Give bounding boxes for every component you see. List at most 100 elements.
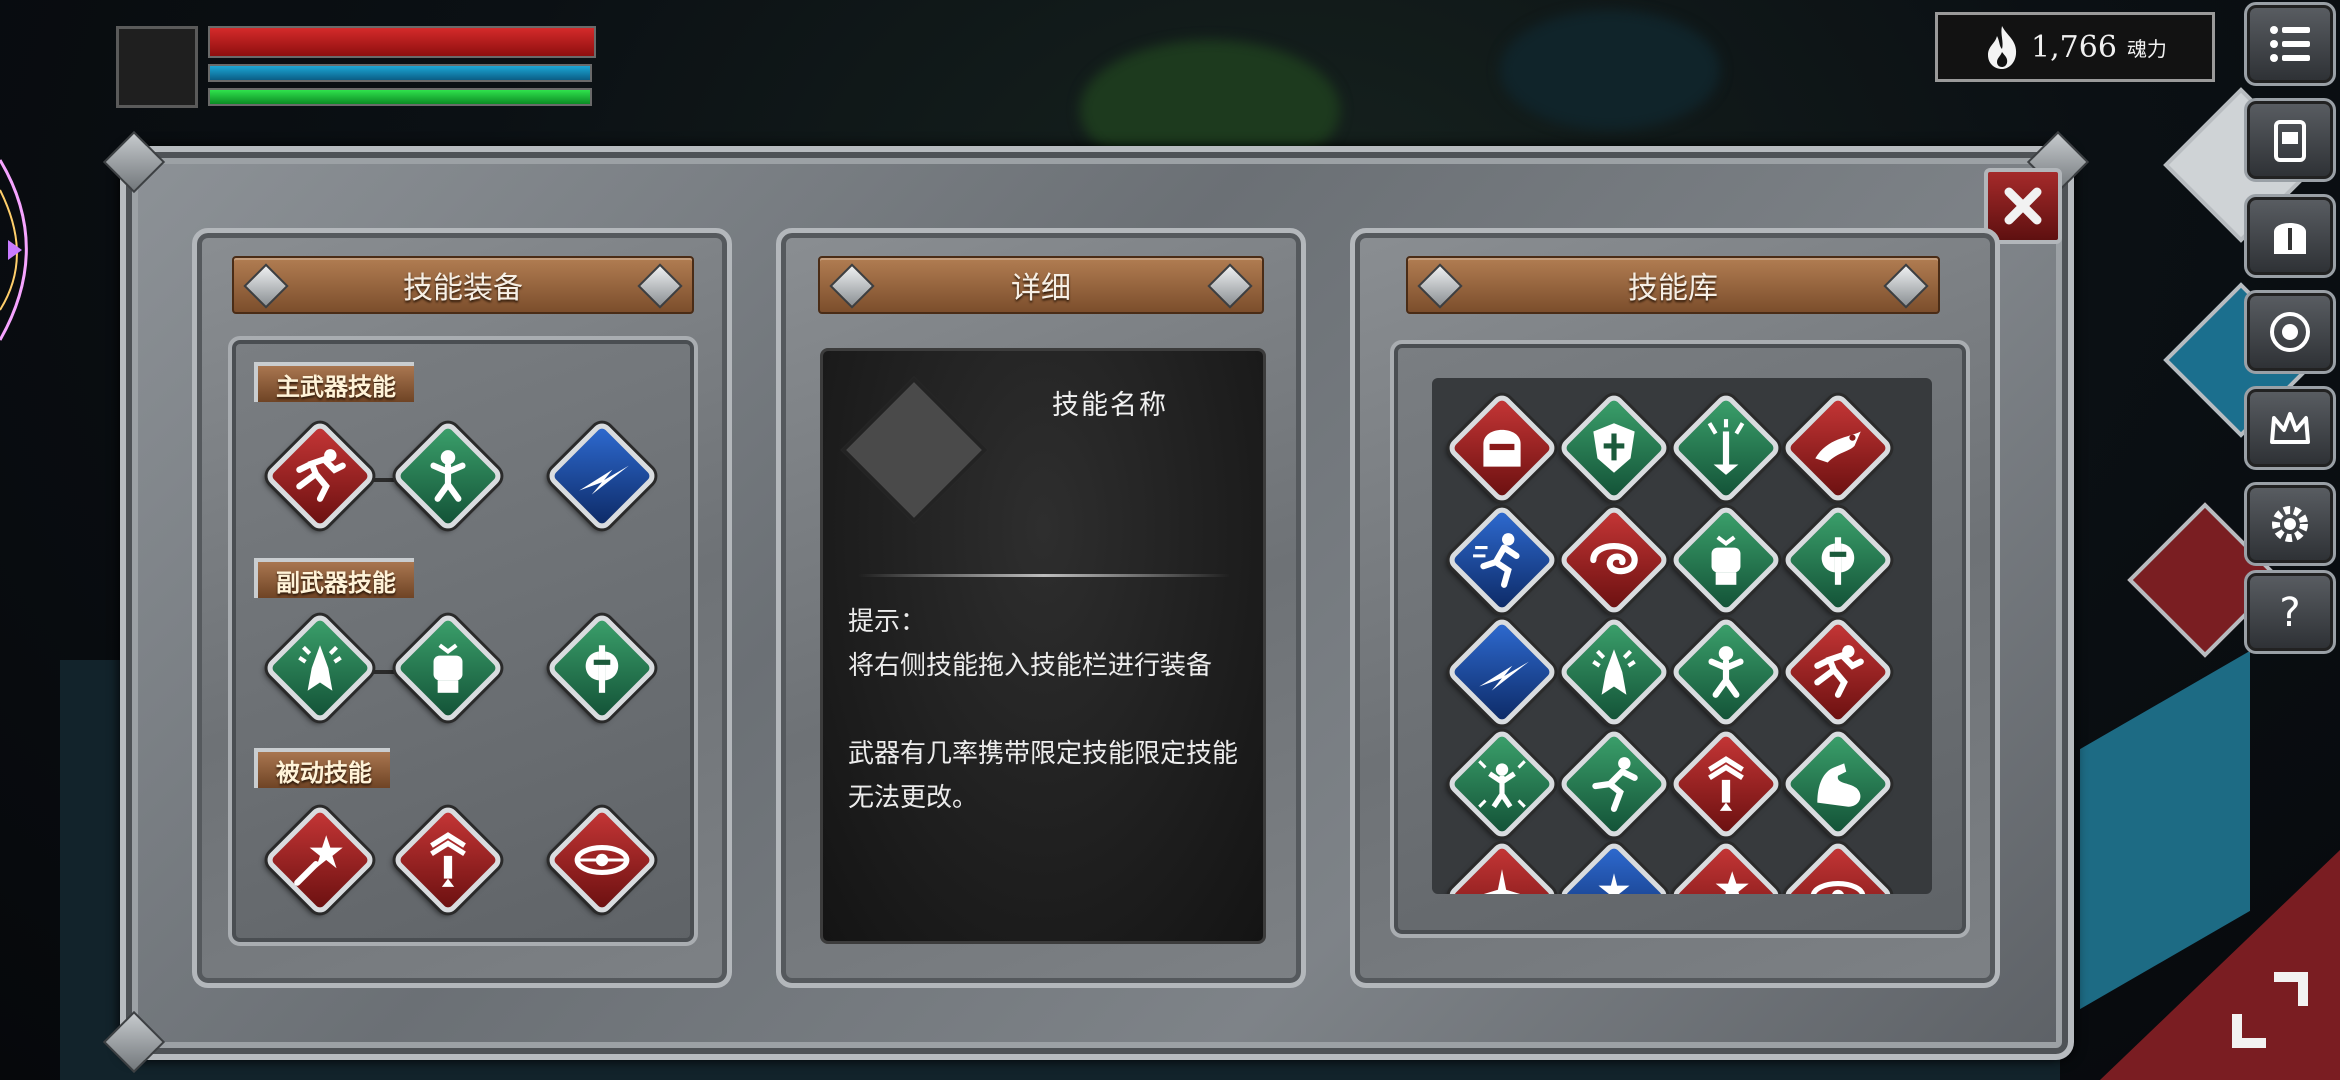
flex-arm-icon — [1786, 732, 1890, 836]
health-bar — [208, 26, 596, 58]
skill-name: 技能名称 — [1052, 390, 1168, 421]
equipped-skill-slot[interactable] — [263, 611, 377, 725]
praying-hands-icon — [268, 616, 372, 720]
library-skill[interactable] — [1781, 391, 1895, 505]
equipped-skill-slot[interactable] — [545, 419, 659, 533]
library-skill[interactable] — [1669, 839, 1783, 894]
star-sword-icon — [1674, 844, 1778, 894]
library-skill[interactable] — [1445, 727, 1559, 841]
hint-line-2: 武器有几率携带限定技能限定技能无法更改。 — [848, 739, 1239, 813]
question-mark-icon: ? — [2279, 590, 2300, 636]
dragon-icon — [1786, 396, 1890, 500]
library-skill[interactable] — [1557, 727, 1671, 841]
rivet — [1207, 263, 1253, 309]
equipped-skill-slot[interactable] — [391, 611, 505, 725]
dash-runner-icon — [268, 424, 372, 528]
library-skill[interactable] — [1445, 503, 1559, 617]
rivet — [829, 263, 875, 309]
equipped-skill-slot[interactable] — [391, 419, 505, 533]
equipped-skill-slot[interactable] — [545, 611, 659, 725]
stamina-bar — [208, 88, 592, 106]
library-skill[interactable] — [1445, 391, 1559, 505]
list-icon — [2270, 26, 2310, 62]
rank-sword-icon — [396, 808, 500, 912]
spark-icon — [1450, 844, 1554, 894]
equipment-button[interactable] — [2244, 194, 2336, 278]
burst-figure-icon — [1450, 732, 1554, 836]
detail-title: 详细 — [1011, 271, 1071, 306]
sprint-icon — [1450, 508, 1554, 612]
equipped-skill-slot[interactable] — [263, 803, 377, 917]
ranking-button[interactable] — [2244, 386, 2336, 470]
player-portrait[interactable] — [116, 26, 198, 108]
sword-burst-icon — [1674, 396, 1778, 500]
helmet-icon — [1450, 396, 1554, 500]
library-skill[interactable] — [1781, 503, 1895, 617]
backpack-icon — [2274, 120, 2306, 162]
help-button[interactable]: ? — [2244, 570, 2336, 654]
lightning-slash-icon — [550, 424, 654, 528]
crown-icon — [2270, 412, 2310, 444]
library-skill[interactable] — [1669, 615, 1783, 729]
shield-cross-icon — [1562, 396, 1666, 500]
passive-label: 被动技能 — [254, 748, 390, 788]
fighter-stance-icon — [396, 424, 500, 528]
menu-button[interactable] — [2244, 2, 2336, 86]
flame-icon — [1988, 26, 2017, 69]
rivet — [637, 263, 683, 309]
detail-header: 详细 — [818, 256, 1264, 314]
mana-bar — [208, 64, 592, 82]
souls-value: 1,766 — [2031, 29, 2117, 65]
resize-icon[interactable] — [2226, 966, 2314, 1054]
equipped-skill-slot[interactable] — [391, 803, 505, 917]
eye-dagger-icon — [550, 808, 654, 912]
skill-library-grid[interactable] — [1432, 378, 1932, 894]
equip-title: 技能装备 — [403, 271, 523, 306]
library-skill[interactable] — [1445, 839, 1559, 894]
star-sword-icon — [268, 808, 372, 912]
rank-sword-icon — [1674, 732, 1778, 836]
inventory-button[interactable] — [2244, 98, 2336, 182]
fighter-stance-icon — [1674, 620, 1778, 724]
library-skill[interactable] — [1669, 391, 1783, 505]
swirl-icon — [1562, 508, 1666, 612]
library-skill[interactable] — [1669, 503, 1783, 617]
library-skill[interactable] — [1781, 727, 1895, 841]
sub-weapon-label: 副武器技能 — [254, 558, 414, 598]
library-skill[interactable] — [1557, 839, 1671, 894]
divider — [858, 574, 1230, 577]
left-edge-glow — [0, 159, 28, 341]
emblem-icon — [2270, 312, 2310, 352]
library-skill[interactable] — [1781, 839, 1895, 894]
skills-button[interactable] — [2244, 290, 2336, 374]
holy-axe-icon — [550, 616, 654, 720]
dash-runner-icon — [1786, 620, 1890, 724]
hint-text: 提示： 将右侧技能拖入技能栏进行装备 武器有几率携带限定技能限定技能无法更改。 — [848, 600, 1238, 864]
gear-icon — [2272, 506, 2308, 542]
main-weapon-label: 主武器技能 — [254, 362, 414, 402]
hint-line-1: 将右侧技能拖入技能栏进行装备 — [848, 651, 1213, 681]
library-skill[interactable] — [1445, 615, 1559, 729]
runner-icon — [1562, 732, 1666, 836]
library-skill[interactable] — [1557, 391, 1671, 505]
library-title: 技能库 — [1628, 271, 1718, 306]
eye-dagger-icon — [1786, 844, 1890, 894]
fist-icon — [396, 616, 500, 720]
close-icon — [2004, 187, 2042, 225]
hint-title: 提示： — [848, 607, 927, 637]
holy-axe-icon — [1786, 508, 1890, 612]
equipped-skill-slot[interactable] — [545, 803, 659, 917]
star-cluster-icon — [1562, 844, 1666, 894]
teal-structure — [2080, 650, 2250, 1010]
fist-icon — [1674, 508, 1778, 612]
rivet — [1417, 263, 1463, 309]
souls-counter: 1,766 魂力 — [1935, 12, 2215, 82]
library-skill[interactable] — [1557, 503, 1671, 617]
library-skill[interactable] — [1669, 727, 1783, 841]
rock-shape — [1500, 10, 1720, 130]
souls-unit: 魂力 — [2126, 36, 2167, 61]
library-skill[interactable] — [1557, 615, 1671, 729]
equipped-skill-slot[interactable] — [263, 419, 377, 533]
settings-button[interactable] — [2244, 482, 2336, 566]
library-skill[interactable] — [1781, 615, 1895, 729]
